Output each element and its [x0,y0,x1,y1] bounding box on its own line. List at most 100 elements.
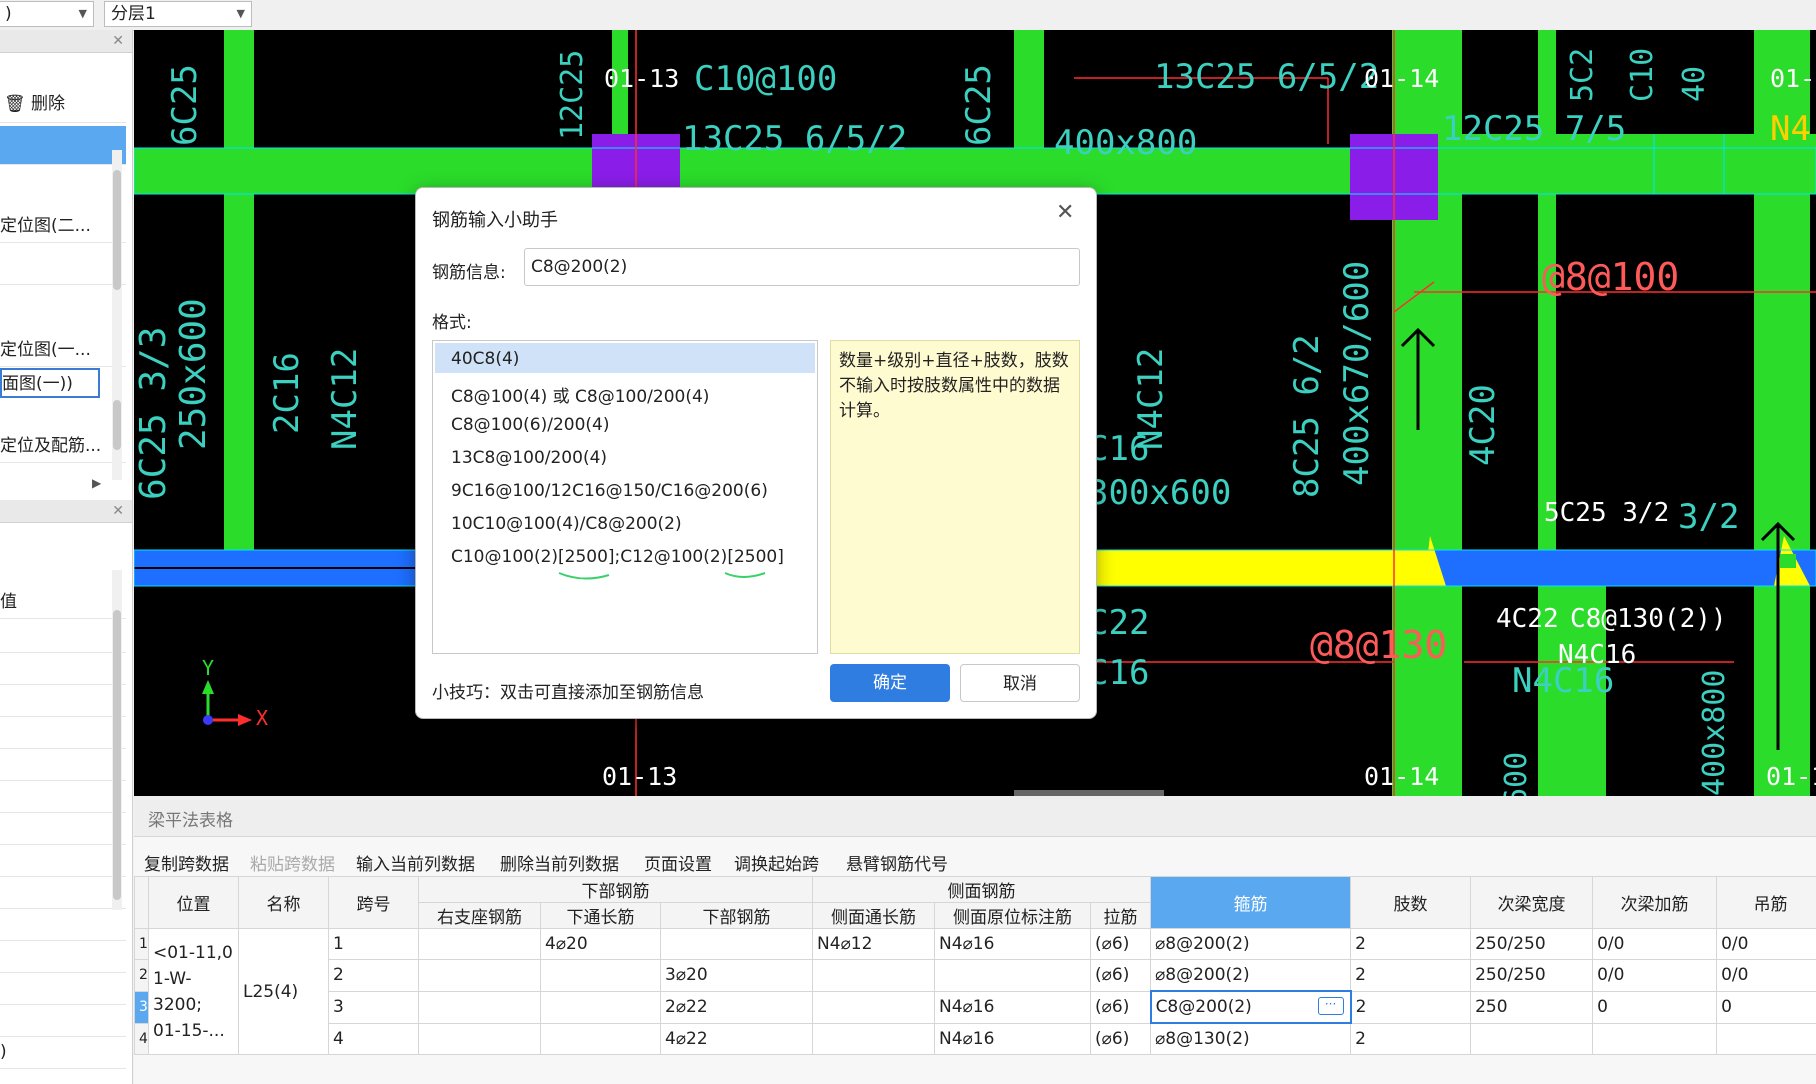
cell-right[interactable] [418,1022,541,1055]
col-hanger[interactable]: 吊筋 [1716,876,1816,929]
col-side-original[interactable]: 侧面原位标注筋 [934,902,1092,929]
list-item-active[interactable]: 面图(一)) [0,368,100,398]
cell-side-through[interactable] [812,959,936,992]
cell-hanger[interactable]: 0 [1716,990,1816,1024]
cell-tie[interactable]: (⌀6) [1090,990,1152,1024]
cell-side-original[interactable]: N4⌀16 [934,990,1092,1024]
cell-legs[interactable]: 2 [1350,990,1472,1024]
col-right-support[interactable]: 右支座钢筋 [418,902,541,929]
cell-lower[interactable]: 3⌀20 [659,959,814,992]
close-icon[interactable]: ✕ [112,500,124,522]
cell-lower[interactable] [659,928,814,960]
cell-lower-through[interactable]: 4⌀20 [540,928,661,960]
cell-side-through[interactable] [812,1022,936,1055]
cell-secondary-width[interactable]: 250 [1470,990,1594,1024]
cell-name[interactable]: L25(4) [238,928,329,1055]
cell-legs[interactable]: 2 [1350,928,1472,960]
format-item[interactable]: 9C16@100/12C16@150/C16@200(6) [451,481,768,501]
cell-lower-through[interactable] [540,990,661,1024]
scrollbar[interactable] [112,570,122,910]
format-item[interactable]: 10C10@100(4)/C8@200(2) [451,514,682,534]
close-icon[interactable]: ✕ [1056,200,1074,225]
chevron-right-icon[interactable]: ▶ [92,476,101,490]
page-setup-button[interactable]: 页面设置 [644,850,712,875]
cell-span[interactable]: 4 [328,1022,419,1055]
format-item[interactable]: 13C8@100/200(4) [451,448,607,468]
paste-span-button[interactable]: 粘贴跨数据 [250,850,335,875]
cell-legs[interactable]: 2 [1350,959,1472,992]
col-position[interactable]: 位置 [148,876,239,929]
list-item-selected[interactable] [0,126,126,165]
col-stirrup[interactable]: 箍筋 [1150,876,1352,929]
list-item[interactable]: 定位图(二... [0,210,126,243]
col-legs[interactable]: 肢数 [1350,876,1472,929]
cantilever-code-button[interactable]: 悬臂钢筋代号 [846,850,948,875]
cell-side-through[interactable] [812,990,936,1024]
col-lower-through[interactable]: 下通长筋 [540,902,661,929]
format-list[interactable]: 40C8(4) C8@100(4) 或 C8@100/200(4) C8@100… [432,340,818,654]
cell-stirrup[interactable]: ⌀8@200(2) [1150,959,1352,992]
cell-secondary-width[interactable]: 250/250 [1470,928,1594,960]
table-row-selected[interactable]: 3 3 2⌀22 N4⌀16 (⌀6) C8@200(2) ··· 2 250 … [134,990,1816,1024]
cell-stirrup[interactable]: ⌀8@200(2) [1150,928,1352,960]
cell-lower-through[interactable] [540,1022,661,1055]
list-item[interactable]: 定位图(一... [0,334,126,367]
cell-lower-through[interactable] [540,959,661,992]
col-span[interactable]: 跨号 [328,876,419,929]
col-secondary-width[interactable]: 次梁宽度 [1470,876,1594,929]
format-item[interactable]: 40C8(4) [451,349,519,369]
cell-stirrup[interactable]: ⌀8@130(2) [1150,1022,1352,1055]
delete-column-button[interactable]: 删除当前列数据 [500,850,619,875]
cell-span[interactable]: 3 [328,990,419,1024]
delete-button[interactable]: 🗑 删除 [0,86,126,123]
layer-combo[interactable]: 分层1 ▼ [104,1,252,27]
cell-hanger[interactable]: 0/0 [1716,959,1816,992]
close-icon[interactable]: ✕ [112,30,124,52]
cell-span[interactable]: 1 [328,928,419,960]
floor-combo[interactable]: ) ▼ [0,1,94,27]
cell-span[interactable]: 2 [328,959,419,992]
cell-lower[interactable]: 2⌀22 [659,990,814,1024]
cell-stirrup-editing[interactable]: C8@200(2) ··· [1149,990,1352,1024]
table-row[interactable]: 4 4 4⌀22 N4⌀16 (⌀6) ⌀8@130(2) 2 [134,1022,1816,1055]
cell-tie[interactable]: (⌀6) [1090,928,1152,960]
cell-hanger[interactable] [1716,1022,1816,1055]
cell-side-through[interactable]: N4⌀12 [812,928,936,960]
cell-right[interactable] [418,959,541,992]
col-lower[interactable]: 下部钢筋 [659,902,814,929]
scrollbar[interactable] [112,150,122,480]
table-row[interactable]: 2 2 3⌀20 (⌀6) ⌀8@200(2) 2 250/250 0/0 0/… [134,959,1816,992]
cell-lower[interactable]: 4⌀22 [659,1022,814,1055]
cell-side-original[interactable] [934,959,1092,992]
cell-secondary-add[interactable]: 0 [1592,990,1718,1024]
cell-tie[interactable]: (⌀6) [1090,1022,1152,1055]
cell-tie[interactable]: (⌀6) [1090,959,1152,992]
input-column-button[interactable]: 输入当前列数据 [356,850,475,875]
cell-hanger[interactable]: 0/0 [1716,928,1816,960]
cell-secondary-add[interactable]: 0/0 [1592,959,1718,992]
cell-secondary-width[interactable] [1470,1022,1594,1055]
col-side-through[interactable]: 侧面通长筋 [812,902,936,929]
col-tie[interactable]: 拉筋 [1090,902,1152,929]
list-item[interactable]: 定位及配筋... [0,430,126,463]
cell-secondary-add[interactable] [1592,1022,1718,1055]
more-icon[interactable]: ··· [1317,997,1344,1015]
cell-secondary-width[interactable]: 250/250 [1470,959,1594,992]
list-item[interactable] [0,252,126,285]
table-row[interactable]: 1 <01-11,0 1-W-3200; 01-15-... L25(4) 1 … [134,928,1816,1055]
col-name[interactable]: 名称 [238,876,329,929]
cell-right[interactable] [418,990,541,1024]
cell-side-original[interactable]: N4⌀16 [934,928,1092,960]
cell-secondary-add[interactable]: 0/0 [1592,928,1718,960]
cell-right[interactable] [418,928,541,960]
cancel-button[interactable]: 取消 [960,664,1080,702]
col-secondary-add[interactable]: 次梁加筋 [1592,876,1718,929]
swap-start-span-button[interactable]: 调换起始跨 [734,850,819,875]
cell-legs[interactable]: 2 [1350,1022,1472,1055]
format-item[interactable]: C8@100(4) 或 C8@100/200(4) [451,382,709,407]
cell-side-original[interactable]: N4⌀16 [934,1022,1092,1055]
format-item[interactable]: C10@100(2)[2500];C12@100(2)[2500] [451,547,784,567]
format-item[interactable]: C8@100(6)/200(4) [451,415,609,435]
copy-span-button[interactable]: 复制跨数据 [144,850,229,875]
rebar-info-input[interactable]: C8@200(2) [524,248,1080,286]
